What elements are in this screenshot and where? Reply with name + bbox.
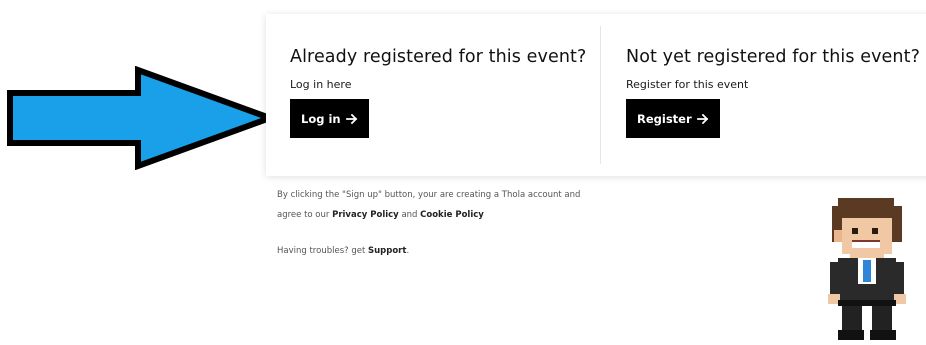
register-heading: Not yet registered for this event? bbox=[626, 47, 920, 67]
cookie-policy-link[interactable]: Cookie Policy bbox=[420, 210, 484, 220]
login-heading: Already registered for this event? bbox=[290, 47, 587, 67]
login-section: Already registered for this event? Log i… bbox=[266, 14, 600, 176]
register-button[interactable]: Register bbox=[626, 99, 720, 138]
privacy-policy-link[interactable]: Privacy Policy bbox=[332, 210, 399, 220]
pixel-mascot-icon bbox=[828, 198, 906, 340]
help-text: Having troubles? get bbox=[277, 246, 366, 256]
login-button[interactable]: Log in bbox=[290, 99, 369, 138]
legal-and-text: and bbox=[401, 210, 418, 220]
blue-arrow-icon bbox=[7, 66, 274, 170]
event-login-card: Already registered for this event? Log i… bbox=[266, 14, 926, 176]
help-period: . bbox=[406, 246, 410, 256]
arrow-right-icon bbox=[696, 113, 708, 124]
register-section: Not yet registered for this event? Regis… bbox=[600, 14, 926, 176]
register-button-label: Register bbox=[637, 111, 692, 126]
help-notice: Having troubles? get Support. bbox=[277, 246, 409, 256]
login-button-label: Log in bbox=[301, 111, 341, 126]
legal-notice: By clicking the "Sign up" button, your a… bbox=[277, 185, 607, 225]
page: Already registered for this event? Log i… bbox=[0, 0, 926, 345]
login-subtext: Log in here bbox=[290, 78, 352, 91]
register-subtext: Register for this event bbox=[626, 78, 749, 91]
arrow-right-icon bbox=[345, 113, 357, 124]
support-link[interactable]: Support bbox=[368, 246, 406, 256]
